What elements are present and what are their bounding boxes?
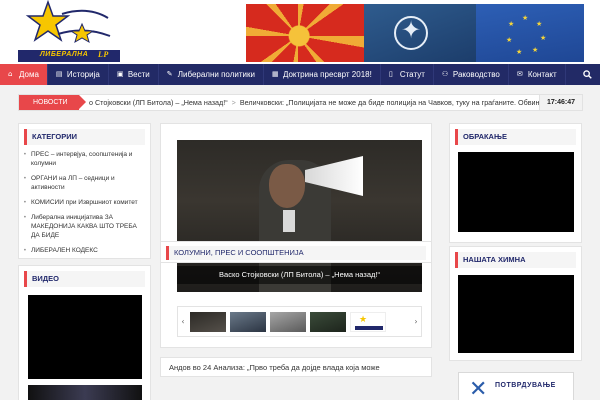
video-thumbnail[interactable] [28,385,142,400]
ticker-link[interactable]: о Стојковски (ЛП Битола) – „Нема назад!“ [89,98,228,107]
video-widget: ВИДЕО [18,265,151,400]
featured-image[interactable]: Васко Стојковски (ЛП Битола) – „Нема наз… [177,140,422,292]
nav-item-label: Либерални политики [177,70,255,79]
category-link[interactable]: КОМИСИИ при Извршниот комитет [23,198,147,207]
categories-list: ПРЕС – интервјуа, соопштенија и колумни … [23,150,147,261]
anthem-widget: НАШАТА ХИМНА [449,246,582,361]
logo-stars-icon [25,0,111,44]
nav-item-label: Вести [127,70,150,79]
categories-title: КАТЕГОРИИ [24,129,145,145]
nav-item-label: Контакт [527,70,557,79]
eu-star-icon: ★ [536,20,543,28]
nav-item-history[interactable]: ▤ Историја [48,64,109,85]
book-icon: ▤ [55,70,63,78]
ticker-text: о Стојковски (ЛП Битола) – „Нема назад!“… [89,95,544,110]
nav-item-label: Статут [399,70,425,79]
video-player[interactable] [28,295,142,379]
eu-star-icon: ★ [506,36,513,44]
person-head [269,164,305,208]
columns-section: КОЛУМНИ, ПРЕС И СООПШТЕНИЈА [160,241,432,263]
logo-text: ЛИБЕРАЛНА [40,51,89,58]
nav-item-label: Дома [19,70,39,79]
macedonia-flag-image [246,4,364,62]
eu-star-icon: ★ [516,48,523,56]
confirmation-banner-label: ПОТВРДУВАЊЕ [495,382,556,389]
nav-item-leadership[interactable]: ⚇ Раководство [434,64,509,85]
main-nav: ⌂ Дома ▤ Историја ▣ Вести ✎ Либерални по… [0,64,600,85]
slider-thumbnails: ‹ ★ › [177,306,422,337]
nav-item-label: Историја [66,70,100,79]
nav-item-doctrine[interactable]: ▦ Доктрина пресврт 2018! [264,64,381,85]
nav-item-home[interactable]: ⌂ Дома [0,64,48,85]
search-button[interactable] [575,64,600,85]
ticker-label: НОВОСТИ [19,95,86,110]
calendar-icon: ▦ [271,70,279,78]
slider-thumbnail[interactable] [270,312,306,332]
ticker-link[interactable]: Величковски: „Полицијата не може да биде… [240,98,544,107]
category-link[interactable]: ЛИБЕРАЛЕН КОДЕКС [23,246,147,255]
anthem-video[interactable] [458,275,574,353]
columns-title: КОЛУМНИ, ПРЕС И СООПШТЕНИЈА [166,246,426,260]
eu-flag-image: ★ ★ ★ ★ ★ ★ ★ [476,4,584,62]
logo-lp: LP [98,50,109,59]
site-logo[interactable]: ЛИБЕРАЛНА LP [18,0,120,62]
checkmark-x-icon: ✕ [469,377,488,400]
site-header: ЛИБЕРАЛНА LP ★ ★ ★ ★ ★ ★ ★ [0,0,600,64]
document-icon: ▯ [388,70,393,78]
chevron-left-icon[interactable]: ‹ [178,307,188,336]
nav-item-liberal-policies[interactable]: ✎ Либерални политики [159,64,264,85]
nato-star-icon [394,16,428,50]
anthem-title: НАШАТА ХИМНА [455,252,576,268]
nav-item-statute[interactable]: ▯ Статут [381,64,434,85]
eu-star-icon: ★ [532,46,539,54]
video-title: ВИДЕО [24,271,145,287]
category-link[interactable]: ПРЕС – интервјуа, соопштенија и колумни [23,150,147,168]
nav-item-label: Раководство [452,70,500,79]
logo-stars-icon: ★ [359,315,368,325]
category-link[interactable]: ОРГАНИ на ЛП – седници и активности [23,174,147,192]
page: ЛИБЕРАЛНА LP ★ ★ ★ ★ ★ ★ ★ ⌂ Дома ▤ И [0,0,600,400]
pencil-icon: ✎ [166,70,173,78]
slider-thumbnail[interactable] [310,312,346,332]
header-banner: ★ ★ ★ ★ ★ ★ ★ [246,4,584,62]
eu-star-icon: ★ [522,14,529,22]
slider-thumbnail[interactable] [230,312,266,332]
ticker-clock: 17:46:47 [539,95,582,110]
nav-item-news[interactable]: ▣ Вести [109,64,159,85]
featured-slider: Васко Стојковски (ЛП Битола) – „Нема наз… [160,123,432,348]
logo-badge [355,326,383,330]
nato-flag-image [364,4,476,62]
category-link[interactable]: Либерална иницијатива ЗА МАКЕДОНИЈА КАКВ… [23,213,147,240]
confirmation-banner[interactable]: ✕ ПОТВРДУВАЊЕ [458,372,574,400]
ticker-separator-icon: > [231,98,236,107]
lanyard-badge [283,210,295,232]
ticker-bar: НОВОСТИ о Стојковски (ЛП Битола) – „Нема… [0,85,600,119]
home-icon: ⌂ [8,70,13,78]
nav-item-label: Доктрина пресврт 2018! [282,70,372,79]
categories-widget: КАТЕГОРИИ ПРЕС – интервјуа, соопштенија … [18,123,151,259]
search-icon [583,70,592,79]
chevron-right-icon[interactable]: › [411,307,421,336]
eu-star-icon: ★ [540,34,547,42]
nav-item-contact[interactable]: ✉ Контакт [509,64,566,85]
logo-badge: ЛИБЕРАЛНА LP [18,50,120,62]
news-icon: ▣ [116,70,124,78]
address-title: ОБРАКАЊЕ [455,129,576,145]
slider-thumbnail[interactable] [190,312,226,332]
eu-star-icon: ★ [508,20,515,28]
mail-icon: ✉ [516,70,523,78]
news-ticker: НОВОСТИ о Стојковски (ЛП Битола) – „Нема… [18,94,583,111]
article-link[interactable]: Андов во 24 Анализа: „Прво треба да дојд… [160,357,432,377]
address-video[interactable] [458,152,574,232]
people-icon: ⚇ [441,70,449,78]
slide-caption[interactable]: Васко Стојковски (ЛП Битола) – „Нема наз… [177,266,422,284]
slider-thumbnail[interactable]: ★ [350,312,386,332]
address-widget: ОБРАКАЊЕ [449,123,582,243]
